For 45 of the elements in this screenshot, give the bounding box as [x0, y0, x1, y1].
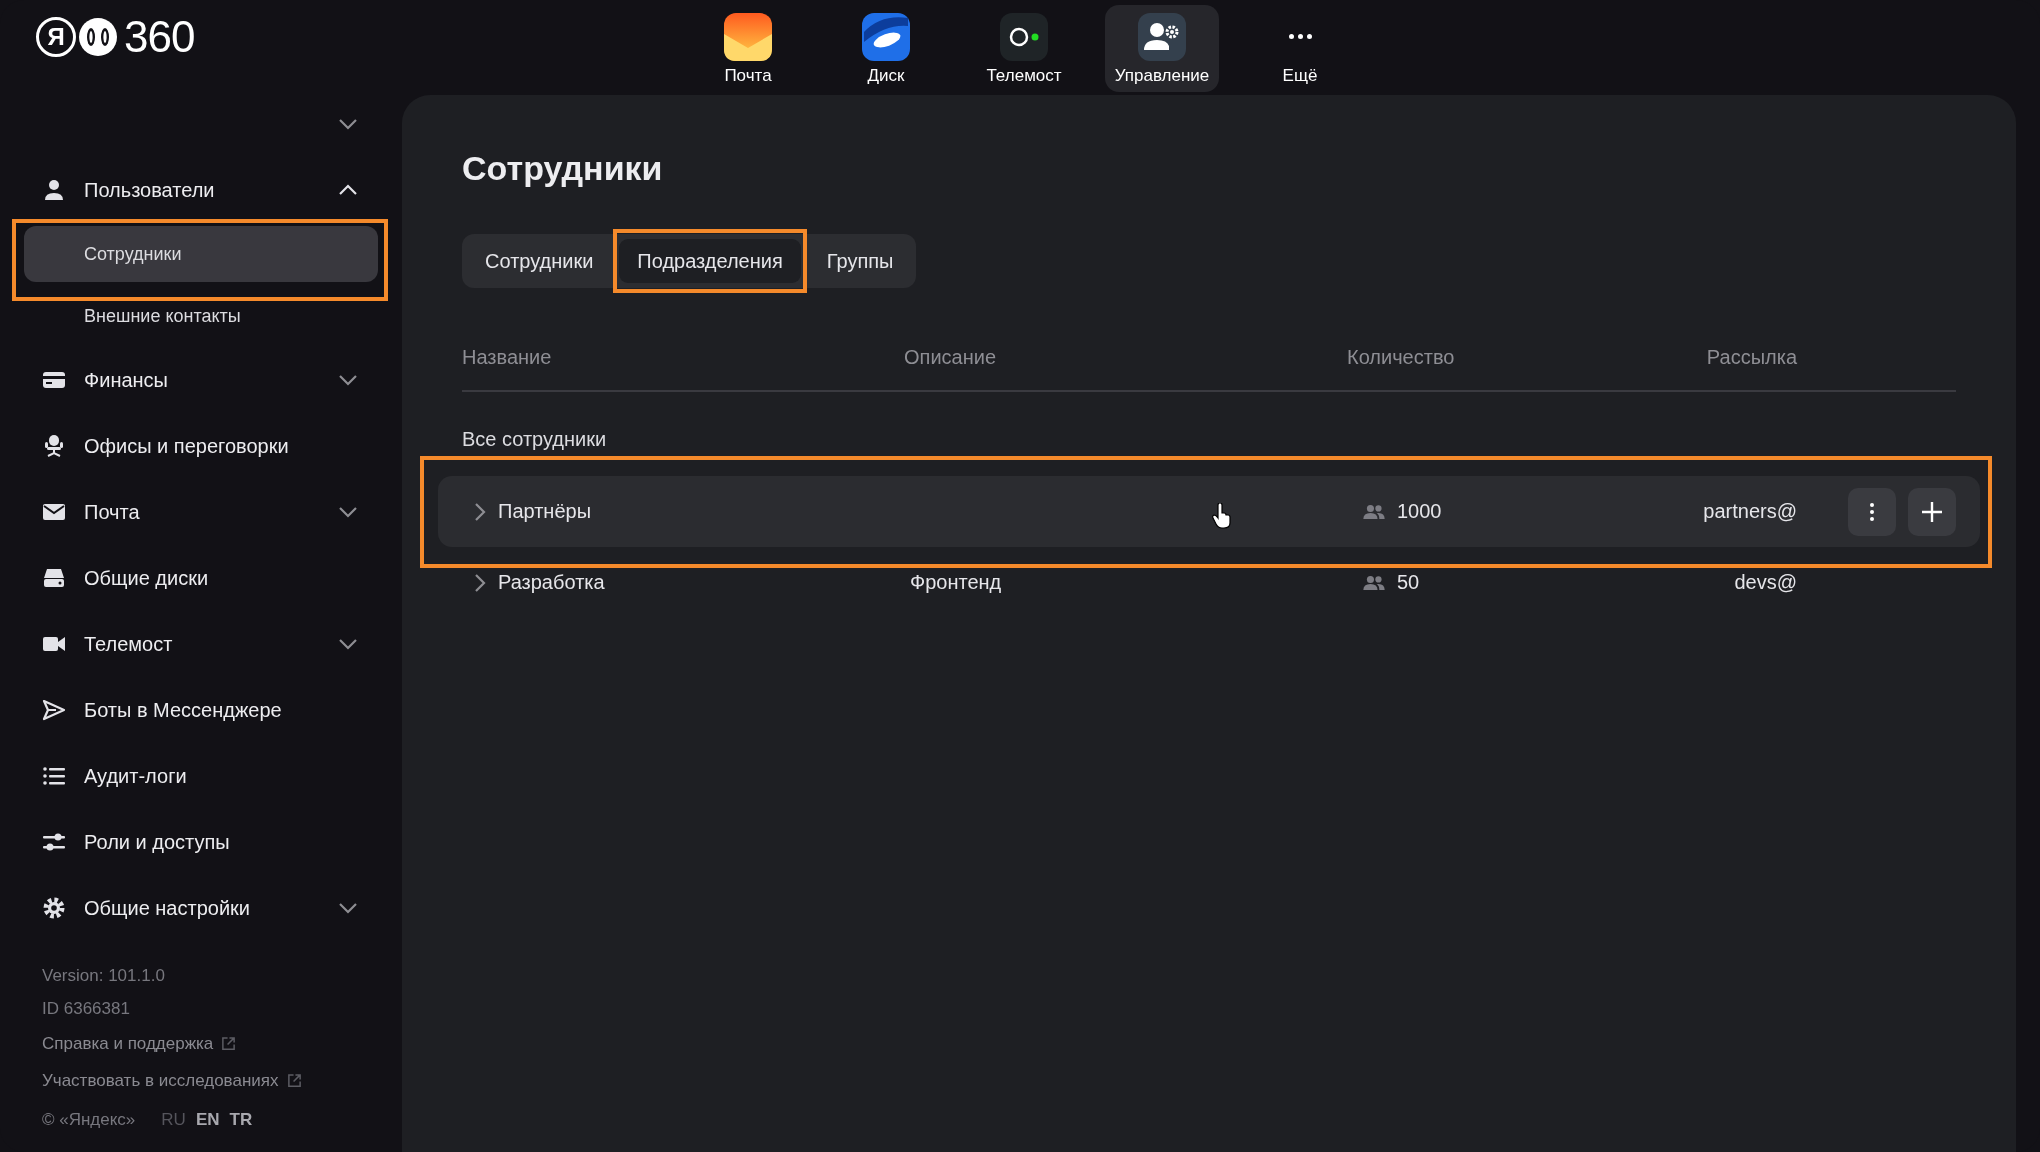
table-cell: partners@	[1703, 500, 1797, 522]
logo[interactable]: Я 360	[36, 11, 596, 62]
page-title: Сотрудники	[462, 148, 664, 189]
sidebar-item[interactable]: Аудит-логи	[0, 743, 402, 809]
group-label: Все сотрудники	[462, 427, 608, 451]
app-button[interactable]: Телемост	[967, 5, 1081, 92]
copyright-text: © «Яндекс»	[42, 1109, 136, 1131]
column-header: Описание	[904, 346, 998, 369]
column-header: Название	[462, 346, 553, 369]
sidebar-item[interactable]: Пользователи	[0, 157, 402, 223]
version-text: Version: 101.1.0	[42, 965, 166, 987]
sidebar-item[interactable]: Роли и доступы	[0, 809, 402, 875]
sidebar-item[interactable]: Офисы и переговорки	[0, 413, 402, 479]
column-header: Рассылка	[1705, 346, 1797, 369]
sidebar-item[interactable]: Телемост	[0, 611, 402, 677]
table-cell: Фронтенд	[910, 571, 1002, 593]
sidebar-item[interactable]: Общие настройки	[0, 875, 402, 941]
app-button[interactable]: Диск	[829, 5, 943, 92]
sidebar-subitem[interactable]: Внешние контакты	[24, 288, 378, 344]
table-cell: Разработка	[498, 571, 605, 594]
sidebar-item[interactable]: Общие диски	[0, 545, 402, 611]
table-row[interactable]: Разработка Фронтенд 50 devs@	[438, 547, 1980, 618]
table-cell: Партнёры	[498, 500, 591, 523]
tab[interactable]: Группы	[808, 239, 912, 283]
app-button[interactable]: Управление	[1105, 5, 1219, 92]
sidebar-item[interactable]: Финансы	[0, 347, 402, 413]
language-link[interactable]: EN	[195, 1109, 220, 1130]
table-cell: 50	[1397, 571, 1420, 594]
id-text: ID 6366381	[42, 998, 131, 1020]
table-cell: devs@	[1734, 571, 1797, 593]
table-row[interactable]: Партнёры 1000 partners@	[438, 476, 1980, 547]
tab[interactable]: Подразделения	[619, 239, 801, 283]
footer-link[interactable]: Справка и поддержка	[42, 1033, 214, 1054]
sidebar-subitem[interactable]: Сотрудники	[24, 226, 378, 282]
app-button[interactable]: Ещё	[1243, 5, 1357, 92]
tab[interactable]: Сотрудники	[467, 239, 612, 283]
logo-letter: Я	[36, 16, 76, 57]
footer-link[interactable]: Участвовать в исследованиях	[42, 1070, 279, 1091]
app-button[interactable]: Почта	[691, 5, 805, 92]
sidebar-item[interactable]: Боты в Мессенджере	[0, 677, 402, 743]
language-link[interactable]: TR	[229, 1109, 253, 1130]
logo-text: 360	[124, 11, 195, 62]
table-cell: 1000	[1397, 500, 1442, 523]
column-header: Количество	[1347, 346, 1456, 369]
sidebar-item[interactable]: Почта	[0, 479, 402, 545]
